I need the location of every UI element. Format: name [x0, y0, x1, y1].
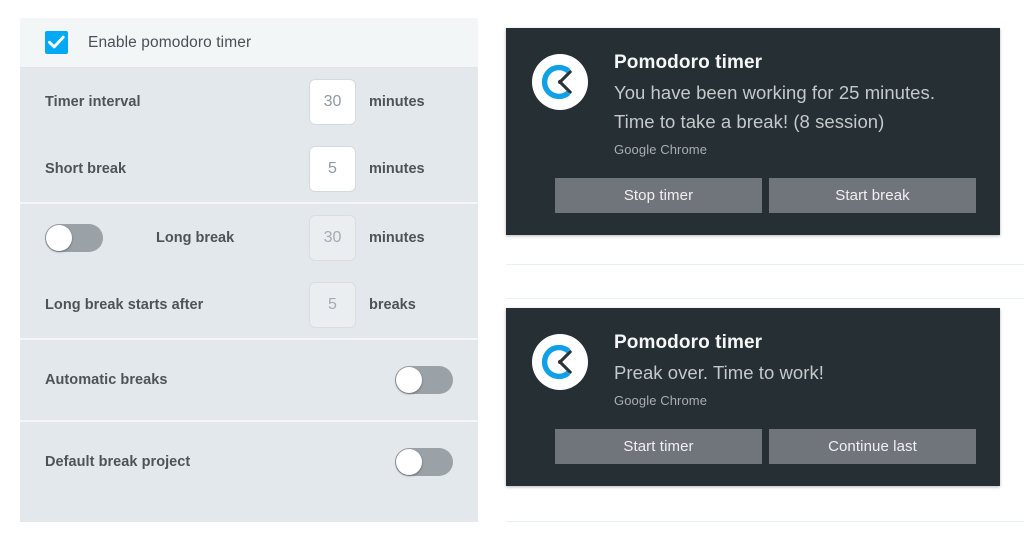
notification-card-working: Pomodoro timer You have been working for… [506, 28, 1002, 235]
row-timer-interval: Timer interval 30 minutes [20, 68, 478, 135]
enable-pomodoro-checkbox[interactable] [45, 31, 68, 54]
long-break-toggle[interactable] [45, 223, 103, 252]
toggle-knob [46, 224, 72, 251]
notification-message: Preak over. Time to work! [614, 358, 976, 387]
row-long-break-starts-after: Long break starts after 5 breaks [20, 271, 478, 338]
row-long-break: Long break 30 minutes [20, 204, 478, 271]
notifications-column: Pomodoro timer You have been working for… [506, 0, 1024, 543]
long-break-starts-after-unit: breaks [369, 296, 416, 313]
stop-timer-button[interactable]: Stop timer [555, 178, 762, 213]
long-break-starts-after-label: Long break starts after [45, 296, 204, 313]
automatic-breaks-group: Automatic breaks [20, 340, 478, 420]
separator-line [506, 264, 1024, 265]
notification-source: Google Chrome [614, 142, 708, 157]
default-break-project-group: Default break project [20, 422, 478, 502]
timer-interval-input[interactable]: 30 [309, 78, 356, 125]
notification-source: Google Chrome [614, 393, 708, 408]
start-timer-button[interactable]: Start timer [555, 429, 762, 464]
row-default-break-project: Default break project [20, 422, 478, 502]
pomodoro-settings-panel: Enable pomodoro timer Timer interval 30 … [20, 18, 478, 522]
row-short-break: Short break 5 minutes [20, 135, 478, 202]
notification-message-line2: Time to take a break! (8 session) [614, 111, 885, 132]
timer-interval-unit: minutes [369, 93, 425, 110]
notification-message-line1: Preak over. Time to work! [614, 362, 824, 383]
notification-body: Pomodoro timer You have been working for… [529, 50, 976, 157]
notification[interactable]: Pomodoro timer You have been working for… [506, 28, 1000, 235]
notification-actions: Stop timer Start break [529, 178, 976, 213]
notification-actions: Start timer Continue last [529, 429, 976, 464]
toggle-knob [396, 367, 422, 393]
short-break-unit: minutes [369, 160, 425, 177]
long-break-input[interactable]: 30 [309, 214, 356, 261]
notification-text: Pomodoro timer Preak over. Time to work!… [614, 330, 976, 408]
separator-line [506, 298, 1024, 299]
toggle-knob [396, 449, 422, 475]
start-break-button[interactable]: Start break [769, 178, 976, 213]
checkmark-icon [48, 35, 65, 49]
timer-interval-label: Timer interval [45, 93, 141, 110]
enable-pomodoro-label: Enable pomodoro timer [88, 33, 252, 51]
default-break-project-toggle[interactable] [395, 448, 453, 476]
long-break-unit: minutes [369, 229, 425, 246]
enable-pomodoro-row[interactable]: Enable pomodoro timer [20, 18, 478, 68]
notification-card-break-over: Pomodoro timer Preak over. Time to work!… [506, 308, 1002, 486]
short-break-input[interactable]: 5 [309, 145, 356, 192]
automatic-breaks-toggle[interactable] [395, 366, 453, 394]
separator-line [506, 521, 1024, 522]
notification-message-line1: You have been working for 25 minutes. [614, 82, 936, 103]
notification-text: Pomodoro timer You have been working for… [614, 50, 976, 157]
notification-body: Pomodoro timer Preak over. Time to work!… [529, 330, 976, 408]
notification-title: Pomodoro timer [614, 332, 763, 353]
default-break-project-label: Default break project [45, 454, 191, 470]
long-break-starts-after-input[interactable]: 5 [309, 281, 356, 328]
clockify-logo-icon [532, 334, 588, 390]
notification[interactable]: Pomodoro timer Preak over. Time to work!… [506, 308, 1000, 486]
notification-title: Pomodoro timer [614, 52, 763, 73]
notification-message: You have been working for 25 minutes. Ti… [614, 78, 976, 136]
continue-last-button[interactable]: Continue last [769, 429, 976, 464]
row-automatic-breaks: Automatic breaks [20, 340, 478, 420]
interval-settings-group: Timer interval 30 minutes Short break 5 … [20, 68, 478, 202]
clockify-logo-icon [532, 54, 588, 110]
automatic-breaks-label: Automatic breaks [45, 372, 168, 388]
long-break-label: Long break [156, 229, 235, 246]
short-break-label: Short break [45, 160, 127, 177]
long-break-settings-group: Long break 30 minutes Long break starts … [20, 204, 478, 338]
